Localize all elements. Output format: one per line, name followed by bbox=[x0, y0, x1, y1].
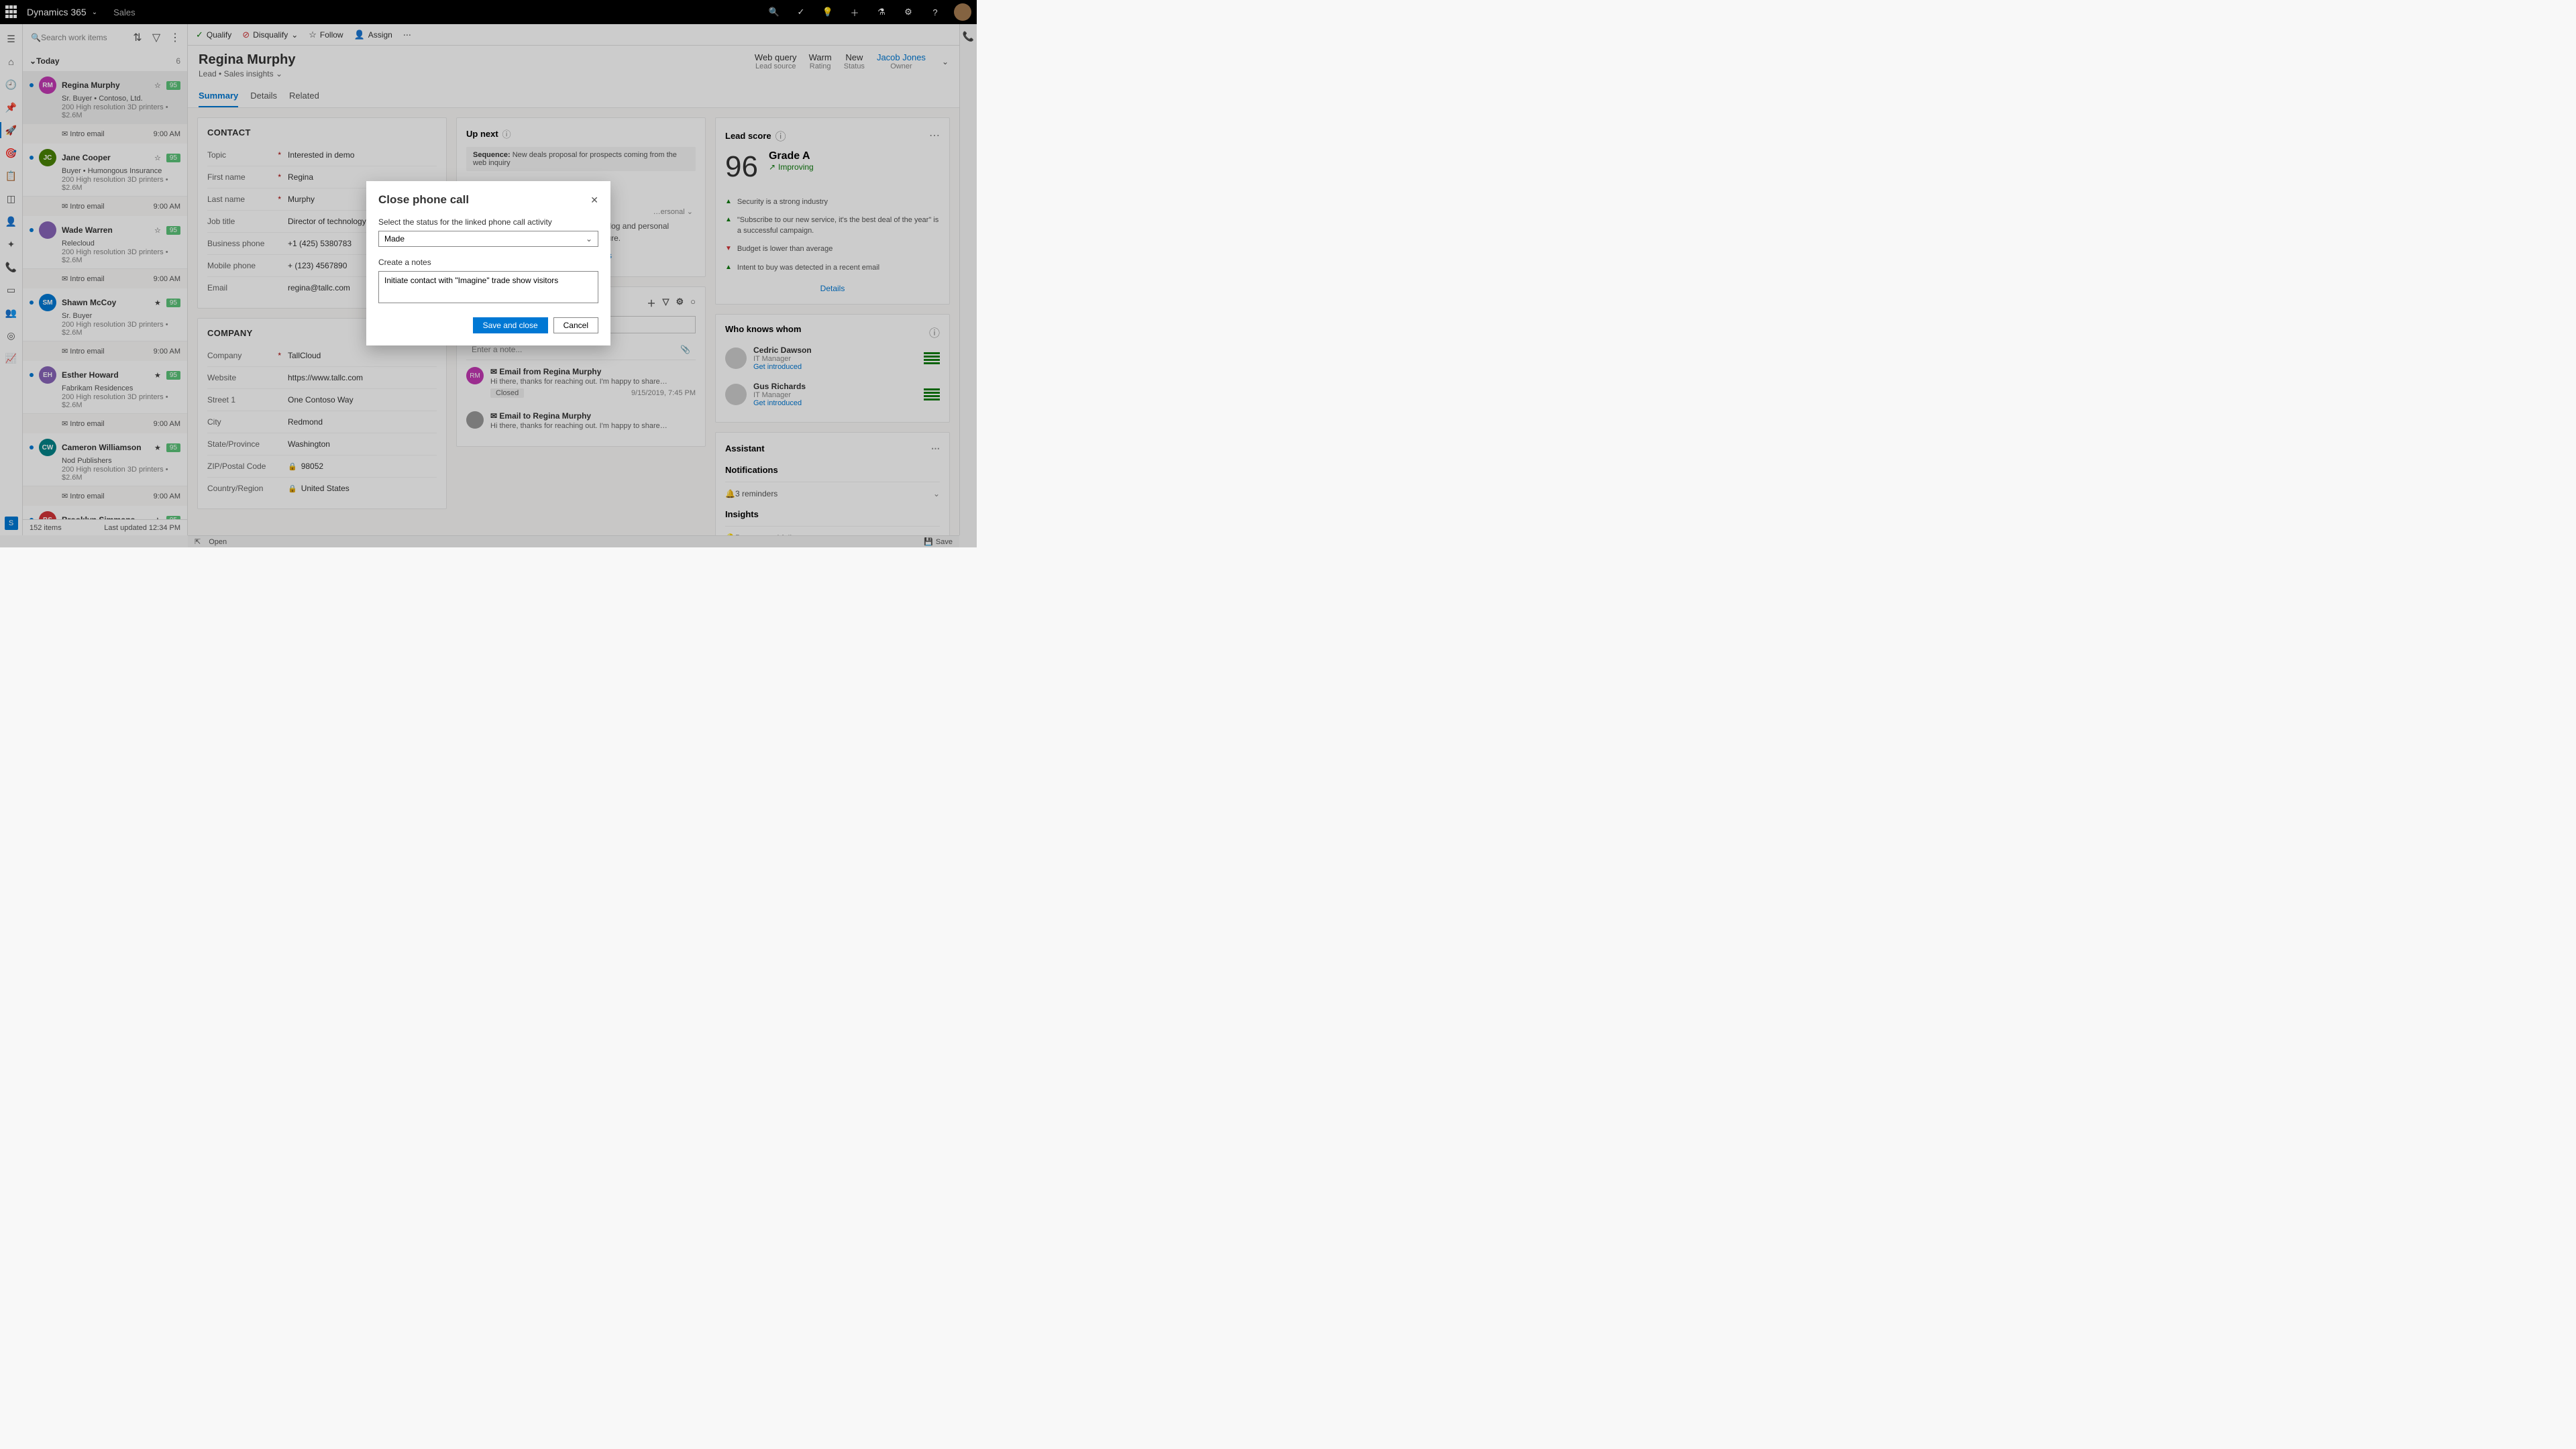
status-select[interactable]: Made bbox=[378, 231, 598, 247]
notes-textarea[interactable] bbox=[378, 271, 598, 303]
close-phone-call-dialog: Close phone call ✕ Select the status for… bbox=[366, 181, 610, 345]
notes-label: Create a notes bbox=[378, 258, 598, 267]
close-icon[interactable]: ✕ bbox=[590, 195, 598, 206]
save-and-close-button[interactable]: Save and close bbox=[473, 317, 548, 333]
dialog-title: Close phone call bbox=[378, 193, 469, 207]
cancel-button[interactable]: Cancel bbox=[553, 317, 598, 333]
modal-overlay: Close phone call ✕ Select the status for… bbox=[0, 0, 977, 547]
status-label: Select the status for the linked phone c… bbox=[378, 217, 598, 227]
